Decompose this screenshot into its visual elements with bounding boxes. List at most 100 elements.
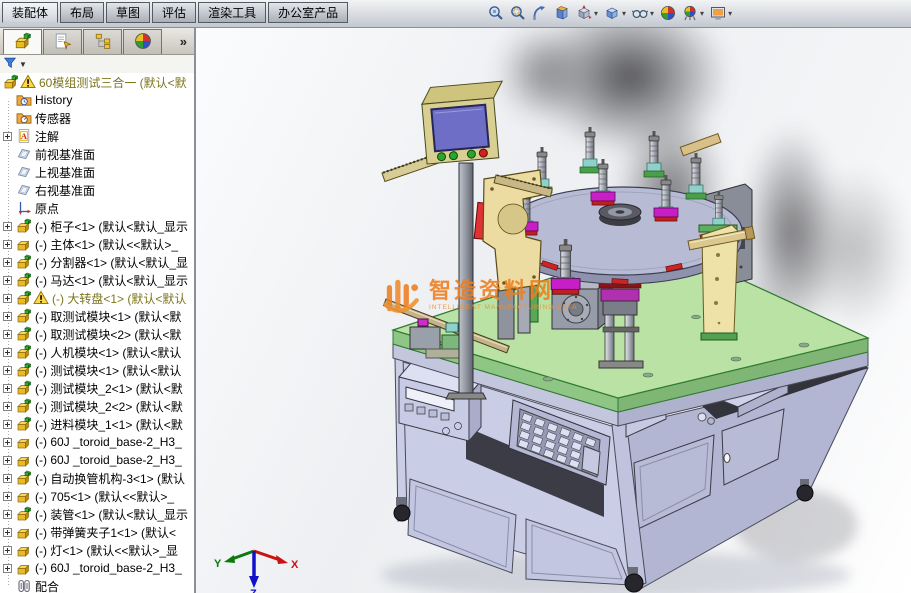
- tree-expander[interactable]: [3, 438, 12, 447]
- tree-item-label: (-) 取测试模块<2> (默认<默: [35, 326, 181, 343]
- tree-expander[interactable]: [3, 528, 12, 537]
- tree-item[interactable]: (-) 测试模块_2<1> (默认<默: [0, 379, 196, 397]
- filter-dropdown-caret[interactable]: ▼: [19, 60, 27, 69]
- tree-item[interactable]: (-) 主体<1> (默认<<默认>_: [0, 235, 196, 253]
- tree-item-label: 右视基准面: [35, 182, 95, 199]
- tree-item[interactable]: (-) 人机模块<1> (默认<默认: [0, 343, 196, 361]
- section-view-button[interactable]: [551, 2, 573, 24]
- tree-expander[interactable]: [3, 366, 12, 375]
- hide-show-items-button[interactable]: ▾: [629, 2, 657, 24]
- tree-item-label: (-) 705<1> (默认<<默认>_: [35, 488, 174, 505]
- tree-item[interactable]: 60模组测试三合一 (默认<默: [0, 73, 196, 91]
- tree-expander[interactable]: [3, 312, 12, 321]
- tree-gutter: [3, 222, 16, 231]
- tree-item[interactable]: (-) 取测试模块<1> (默认<默: [0, 307, 196, 325]
- tree-filter-bar[interactable]: ▼: [0, 55, 194, 74]
- tree-expander[interactable]: [3, 240, 12, 249]
- tree-expander[interactable]: [3, 564, 12, 573]
- tree-item[interactable]: (-) 带弹簧夹子1<1> (默认<: [0, 523, 196, 541]
- tree-item[interactable]: (-) 60J _toroid_base-2_H3_: [0, 433, 196, 451]
- section-view-icon: [554, 5, 570, 21]
- view-orientation-icon: [576, 5, 592, 21]
- tree-item[interactable]: (-) 60J _toroid_base-2_H3_: [0, 559, 196, 577]
- warn-icon: [20, 74, 36, 90]
- tree-expander[interactable]: [3, 348, 12, 357]
- tree-expander[interactable]: [3, 492, 12, 501]
- tree-expander[interactable]: [3, 510, 12, 519]
- propertymanager-tab[interactable]: [43, 29, 82, 54]
- tree-item-label: (-) 测试模块_2<2> (默认<默: [35, 398, 183, 415]
- tree-item[interactable]: (-) 进料模块_1<1> (默认<默: [0, 415, 196, 433]
- tree-item[interactable]: (-) 705<1> (默认<<默认>_: [0, 487, 196, 505]
- tree-expander[interactable]: [3, 402, 12, 411]
- commandmanager-tab[interactable]: 办公室产品: [268, 2, 348, 23]
- zoom-to-fit-icon: [488, 5, 504, 21]
- view-orientation-button[interactable]: ▾: [573, 2, 601, 24]
- commandmanager-tab[interactable]: 渲染工具: [198, 2, 266, 23]
- tree-item[interactable]: (-) 测试模块<1> (默认<默认: [0, 361, 196, 379]
- commandmanager-tab[interactable]: 装配体: [2, 2, 58, 23]
- tree-item[interactable]: (-) 装管<1> (默认<默认_显示: [0, 505, 196, 523]
- commandmanager-tab[interactable]: 评估: [152, 2, 196, 23]
- rotate-view-button[interactable]: [529, 2, 551, 24]
- displaymanager-tab[interactable]: [123, 29, 162, 54]
- tree-expander[interactable]: [3, 276, 12, 285]
- tree-item-label: (-) 测试模块_2<1> (默认<默: [35, 380, 183, 397]
- tree-expander[interactable]: [3, 258, 12, 267]
- tree-item[interactable]: (-) 测试模块_2<2> (默认<默: [0, 397, 196, 415]
- dropdown-arrow-icon[interactable]: ▾: [700, 9, 704, 18]
- tree-item[interactable]: (-) 马达<1> (默认<默认_显示: [0, 271, 196, 289]
- assembly-machine-model[interactable]: [196, 27, 911, 593]
- tree-item[interactable]: (-) 自动换管机构-3<1> (默认: [0, 469, 196, 487]
- mates-icon: [16, 578, 32, 593]
- edit-appearance-button[interactable]: [657, 2, 679, 24]
- tree-expander[interactable]: [3, 474, 12, 483]
- tree-item[interactable]: 配合: [0, 577, 196, 593]
- graphics-viewport[interactable]: 智造资料网 INTELLIGENT MANUFACTURING DATA X Y…: [196, 27, 911, 593]
- tree-expander[interactable]: [3, 132, 12, 141]
- tree-item[interactable]: (-) 60J _toroid_base-2_H3_: [0, 451, 196, 469]
- tree-item[interactable]: (-) 灯<1> (默认<<默认>_显: [0, 541, 196, 559]
- view-settings-button[interactable]: ▾: [707, 2, 735, 24]
- dropdown-arrow-icon[interactable]: ▾: [650, 9, 654, 18]
- tree-item[interactable]: A注解: [0, 127, 196, 145]
- zoom-to-area-button[interactable]: [507, 2, 529, 24]
- dropdown-arrow-icon[interactable]: ▾: [728, 9, 732, 18]
- dropdown-arrow-icon[interactable]: ▾: [594, 9, 598, 18]
- commandmanager-tab[interactable]: 草图: [106, 2, 150, 23]
- tree-gutter: [3, 510, 16, 519]
- tree-expander[interactable]: [3, 330, 12, 339]
- tree-item[interactable]: 原点: [0, 199, 196, 217]
- tree-item[interactable]: (-) 取测试模块<2> (默认<默: [0, 325, 196, 343]
- dropdown-arrow-icon[interactable]: ▾: [622, 9, 626, 18]
- tree-expander[interactable]: [3, 546, 12, 555]
- tree-item[interactable]: 右视基准面: [0, 181, 196, 199]
- tree-expander[interactable]: [3, 384, 12, 393]
- tree-item-label: History: [35, 93, 72, 107]
- tree-expander[interactable]: [3, 420, 12, 429]
- tree-item[interactable]: (-) 大转盘<1> (默认<默认: [0, 289, 196, 307]
- tree-item[interactable]: 传感器: [0, 109, 196, 127]
- display-style-button[interactable]: ▾: [601, 2, 629, 24]
- asm-icon: [16, 290, 32, 306]
- tree-expander[interactable]: [3, 294, 12, 303]
- tree-item[interactable]: 前视基准面: [0, 145, 196, 163]
- tree-expander[interactable]: [3, 456, 12, 465]
- featuremanager-design-tree-tab[interactable]: [3, 29, 42, 54]
- zoom-to-fit-button[interactable]: [485, 2, 507, 24]
- tree-item-label: (-) 灯<1> (默认<<默认>_显: [35, 542, 178, 559]
- tree-item[interactable]: (-) 柜子<1> (默认<默认_显示: [0, 217, 196, 235]
- tree-item[interactable]: (-) 分割器<1> (默认<默认_显: [0, 253, 196, 271]
- coordinate-triad: X Y Z: [212, 535, 304, 593]
- configurationmanager-tab[interactable]: [83, 29, 122, 54]
- filter-funnel-icon[interactable]: [3, 56, 17, 73]
- apply-scene-button[interactable]: ▾: [679, 2, 707, 24]
- tree-expander[interactable]: [3, 222, 12, 231]
- feature-tree: 60模组测试三合一 (默认<默 History 传感器A注解前视基准面上视基准面右视…: [0, 73, 196, 593]
- apply-scene-icon: [682, 5, 698, 21]
- commandmanager-tab[interactable]: 布局: [60, 2, 104, 23]
- tree-item-label: 上视基准面: [35, 164, 95, 181]
- tree-item[interactable]: History: [0, 91, 196, 109]
- panel-overflow-chevron[interactable]: »: [180, 30, 187, 54]
- tree-item[interactable]: 上视基准面: [0, 163, 196, 181]
